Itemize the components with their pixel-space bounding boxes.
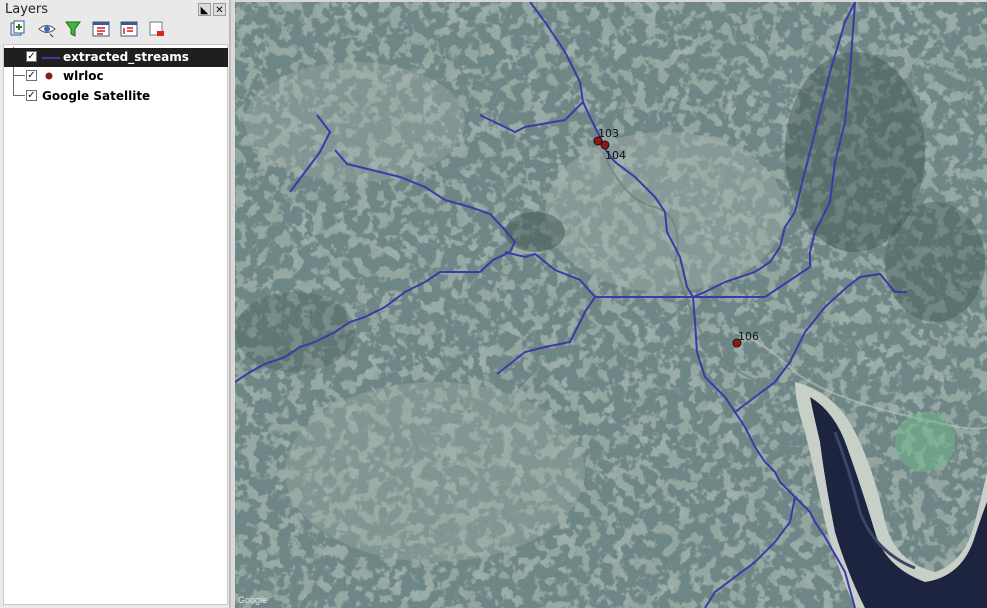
point-label-106: 106 (738, 330, 759, 343)
line-symbol-icon (42, 57, 60, 59)
layer-tree: ✓ extracted_streams ✓ wlrloc ✓ Google Sa… (3, 44, 228, 605)
google-attribution: Google (238, 595, 268, 605)
manage-visibility-button[interactable] (38, 20, 56, 38)
layer-label: extracted_streams (63, 50, 189, 64)
layers-panel: Layers ◣ ✕ ✓ extracted_streams ✓ wlrloc … (0, 0, 230, 608)
float-panel-button[interactable]: ◣ (198, 3, 211, 16)
close-panel-button[interactable]: ✕ (213, 3, 226, 16)
wlrloc-point-104 (600, 140, 610, 150)
expand-all-icon (92, 21, 110, 37)
map-canvas[interactable]: 103 104 106 Google (235, 2, 987, 608)
layer-label: Google Satellite (42, 89, 151, 103)
layer-item-wlrloc[interactable]: ✓ wlrloc (4, 67, 228, 86)
layer-visibility-checkbox[interactable]: ✓ (26, 70, 37, 81)
collapse-all-button[interactable] (120, 20, 138, 38)
add-group-icon (10, 20, 25, 36)
collapse-all-icon (120, 21, 138, 37)
filter-legend-icon (65, 21, 81, 37)
layer-visibility-checkbox[interactable]: ✓ (26, 51, 37, 62)
satellite-basemap: 103 104 106 (235, 2, 987, 608)
point-label-104: 104 (605, 149, 626, 162)
point-symbol-icon (45, 72, 53, 80)
filter-legend-button[interactable] (64, 20, 82, 38)
layer-visibility-checkbox[interactable]: ✓ (26, 90, 37, 101)
manage-visibility-icon (38, 25, 56, 38)
layer-item-google-satellite[interactable]: ✓ Google Satellite (4, 87, 228, 106)
remove-layer-icon (149, 21, 164, 36)
add-group-button[interactable] (8, 20, 26, 38)
panel-title: Layers (5, 2, 49, 17)
expand-all-button[interactable] (92, 20, 110, 38)
layer-item-extracted-streams[interactable]: ✓ extracted_streams (4, 48, 228, 67)
point-label-103: 103 (598, 127, 619, 140)
remove-layer-button[interactable] (148, 20, 166, 38)
layer-label: wlrloc (63, 69, 104, 83)
